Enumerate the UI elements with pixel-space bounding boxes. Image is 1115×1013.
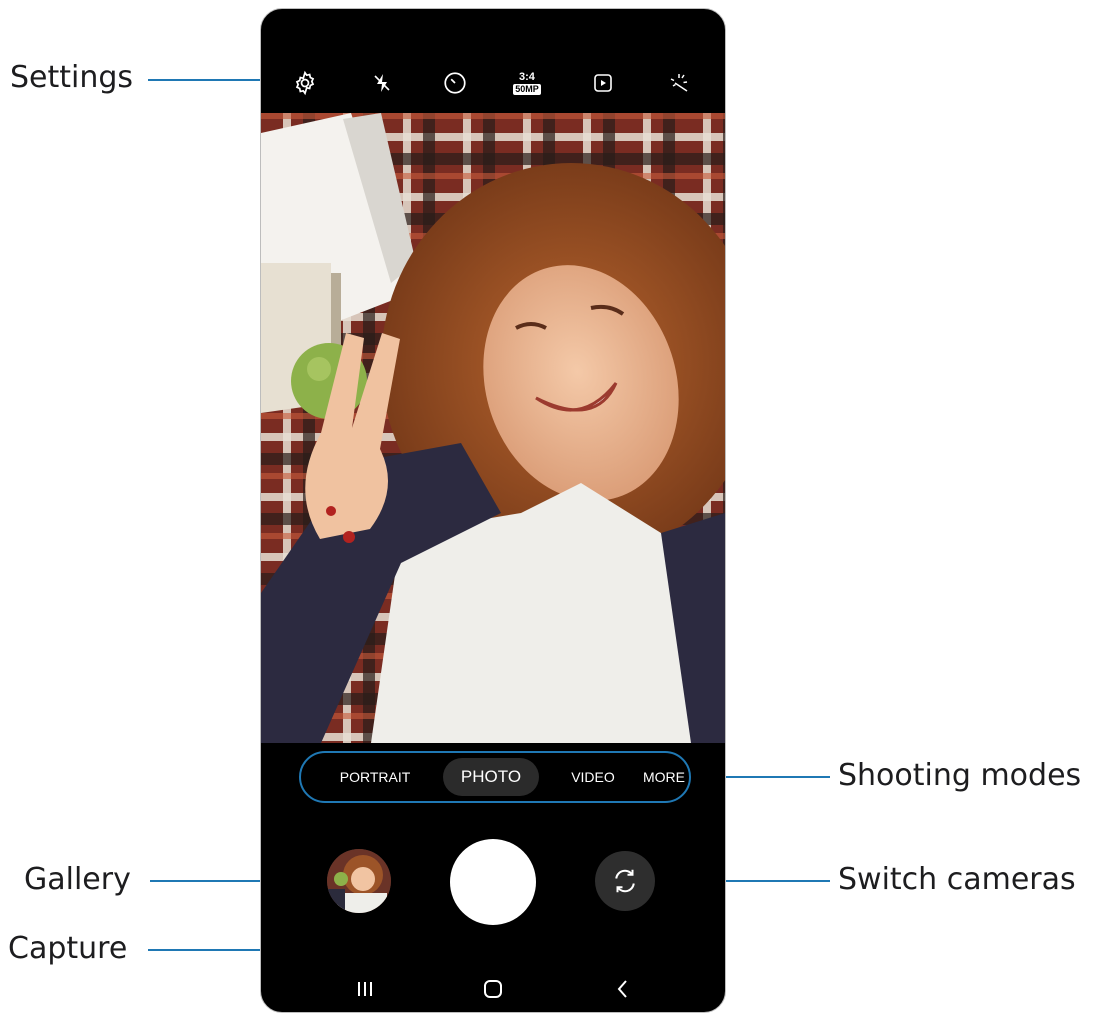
- mode-portrait[interactable]: PORTRAIT: [327, 753, 423, 801]
- gear-icon[interactable]: [287, 65, 323, 101]
- phone-frame: 3:4 50MP PORTRAIT PHOTO VIDEO MORE: [260, 8, 726, 1013]
- switch-cameras-button[interactable]: [595, 851, 655, 911]
- shooting-modes-bar: PORTRAIT PHOTO VIDEO MORE: [299, 751, 691, 803]
- callout-capture-label: Capture: [8, 931, 128, 966]
- callout-switch-cameras-label: Switch cameras: [838, 862, 1076, 897]
- ratio-icon[interactable]: 3:4 50MP: [509, 65, 545, 101]
- camera-top-toolbar: 3:4 50MP: [261, 9, 725, 113]
- resolution-label: 50MP: [513, 83, 541, 95]
- capture-button[interactable]: [450, 839, 536, 925]
- motion-photo-icon[interactable]: [585, 65, 621, 101]
- back-icon[interactable]: [603, 973, 643, 1005]
- camera-viewfinder[interactable]: [261, 113, 725, 743]
- effects-icon[interactable]: [661, 65, 697, 101]
- home-icon[interactable]: [473, 973, 513, 1005]
- callout-shooting-modes-label: Shooting modes: [838, 758, 1082, 793]
- mode-more[interactable]: MORE: [637, 753, 691, 801]
- callout-settings-label: Settings: [10, 60, 134, 95]
- gallery-thumbnail[interactable]: [327, 849, 391, 913]
- mode-photo[interactable]: PHOTO: [443, 758, 539, 796]
- switch-camera-icon: [615, 869, 635, 893]
- timer-icon[interactable]: [437, 65, 473, 101]
- mode-video[interactable]: VIDEO: [555, 753, 631, 801]
- flash-off-icon[interactable]: [364, 65, 400, 101]
- callout-gallery-label: Gallery: [24, 862, 131, 897]
- recents-icon[interactable]: [345, 973, 385, 1005]
- ratio-label: 3:4: [519, 70, 535, 83]
